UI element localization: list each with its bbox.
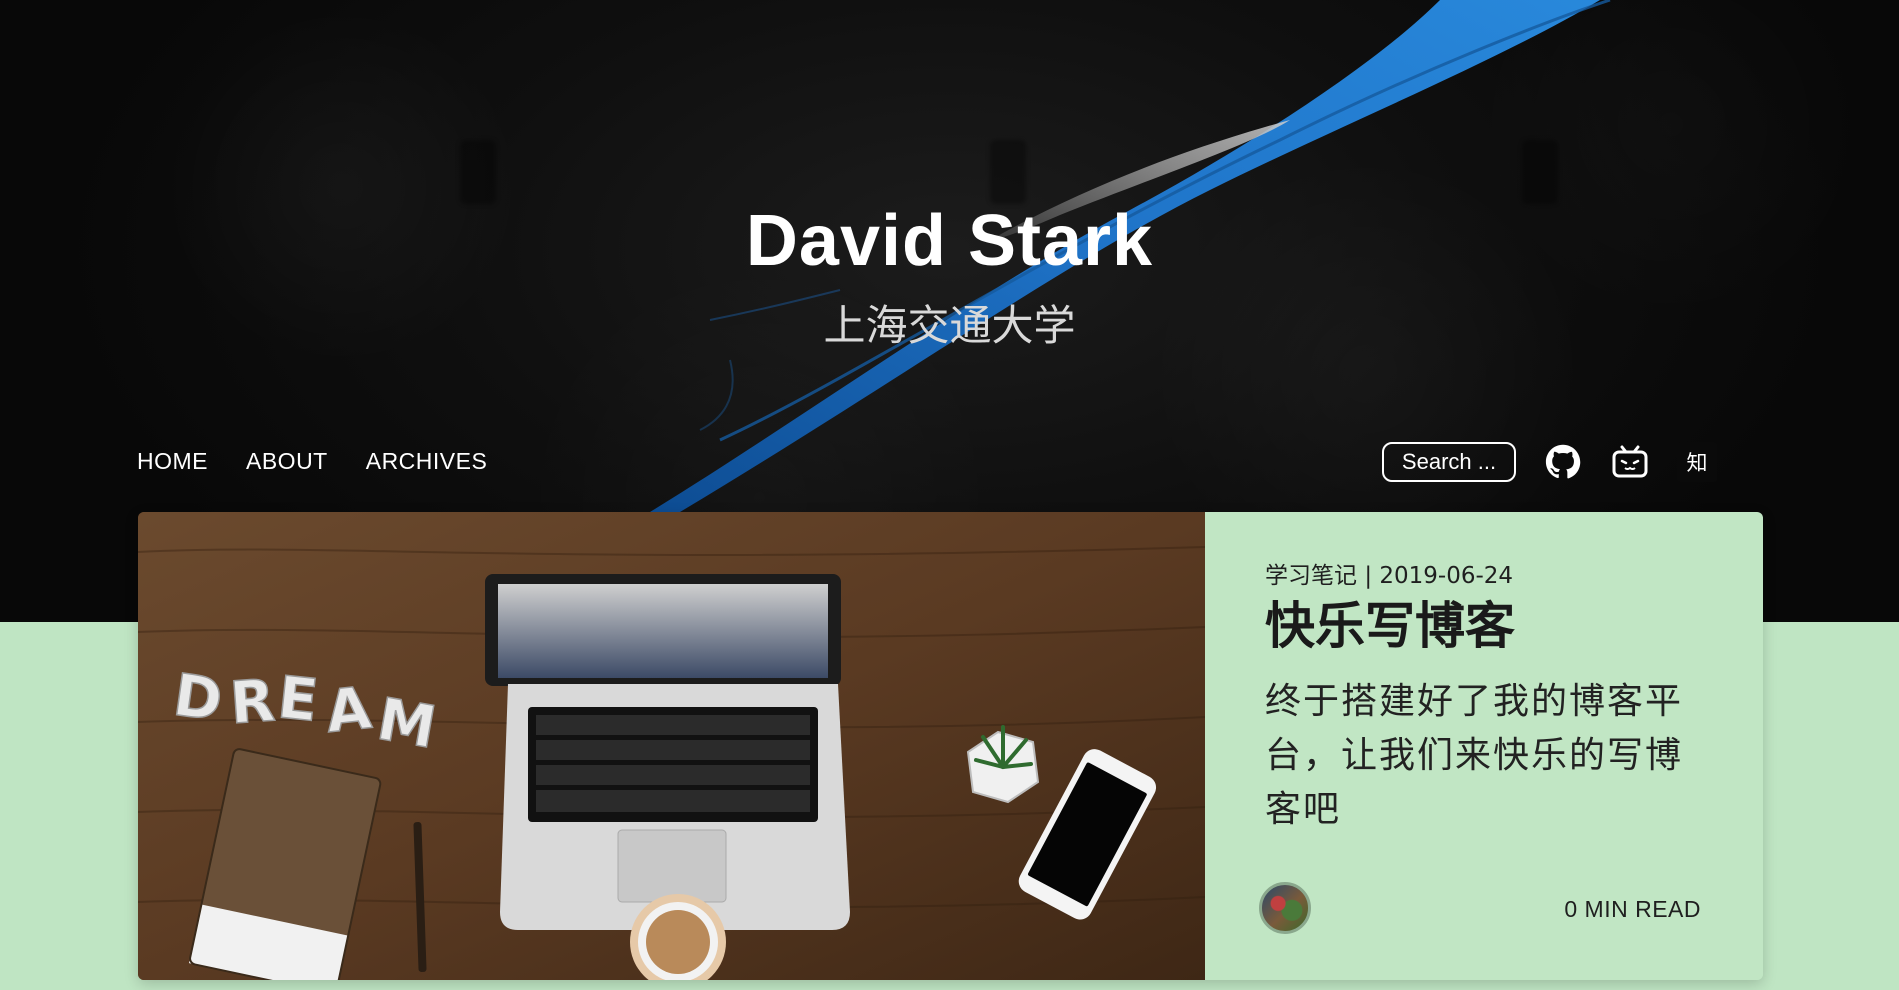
post-excerpt: 终于搭建好了我的博客平台，让我们来快乐的写博客吧 [1265,681,1684,830]
site-title: David Stark [745,201,1154,281]
nav-tools: Search ... 知 [1382,442,1717,482]
zhihu-icon: 知 [1677,442,1717,482]
svg-text:M: M [372,685,441,762]
post-title[interactable]: 快乐写博客 [1265,586,1515,658]
search-button[interactable]: Search ... [1382,442,1516,482]
bilibili-link[interactable] [1610,442,1650,482]
github-icon [1545,444,1581,479]
post-summary: 学习笔记 | 2019-06-24 快乐写博客 终于搭建好了我的博客平台，让我们… [1205,512,1763,980]
github-link[interactable] [1543,442,1583,482]
svg-text:A: A [323,674,375,746]
post-read-time: 0 MIN READ [1564,896,1701,922]
main-nav: HOME ABOUT ARCHIVES [137,448,487,475]
nav-link-about[interactable]: ABOUT [246,448,328,475]
site-subtitle: 上海交通大学 [823,302,1076,349]
post-card[interactable]: D R E A M 学习笔记 | 2019-06-24 快乐写博客 终于搭建好了… [138,512,1763,980]
bilibili-icon [1612,445,1648,478]
desk-illustration: D R E A M [138,512,1205,980]
nav-link-home[interactable]: HOME [137,448,208,475]
svg-text:D: D [169,661,226,735]
svg-text:R: R [228,666,277,737]
zhihu-link[interactable]: 知 [1677,442,1717,482]
post-meta: 学习笔记 | 2019-06-24 [1265,556,1513,590]
nav-link-archives[interactable]: ARCHIVES [366,448,488,475]
author-avatar[interactable] [1259,882,1311,934]
svg-text:E: E [275,663,322,735]
post-cover-image[interactable]: D R E A M [138,512,1205,980]
